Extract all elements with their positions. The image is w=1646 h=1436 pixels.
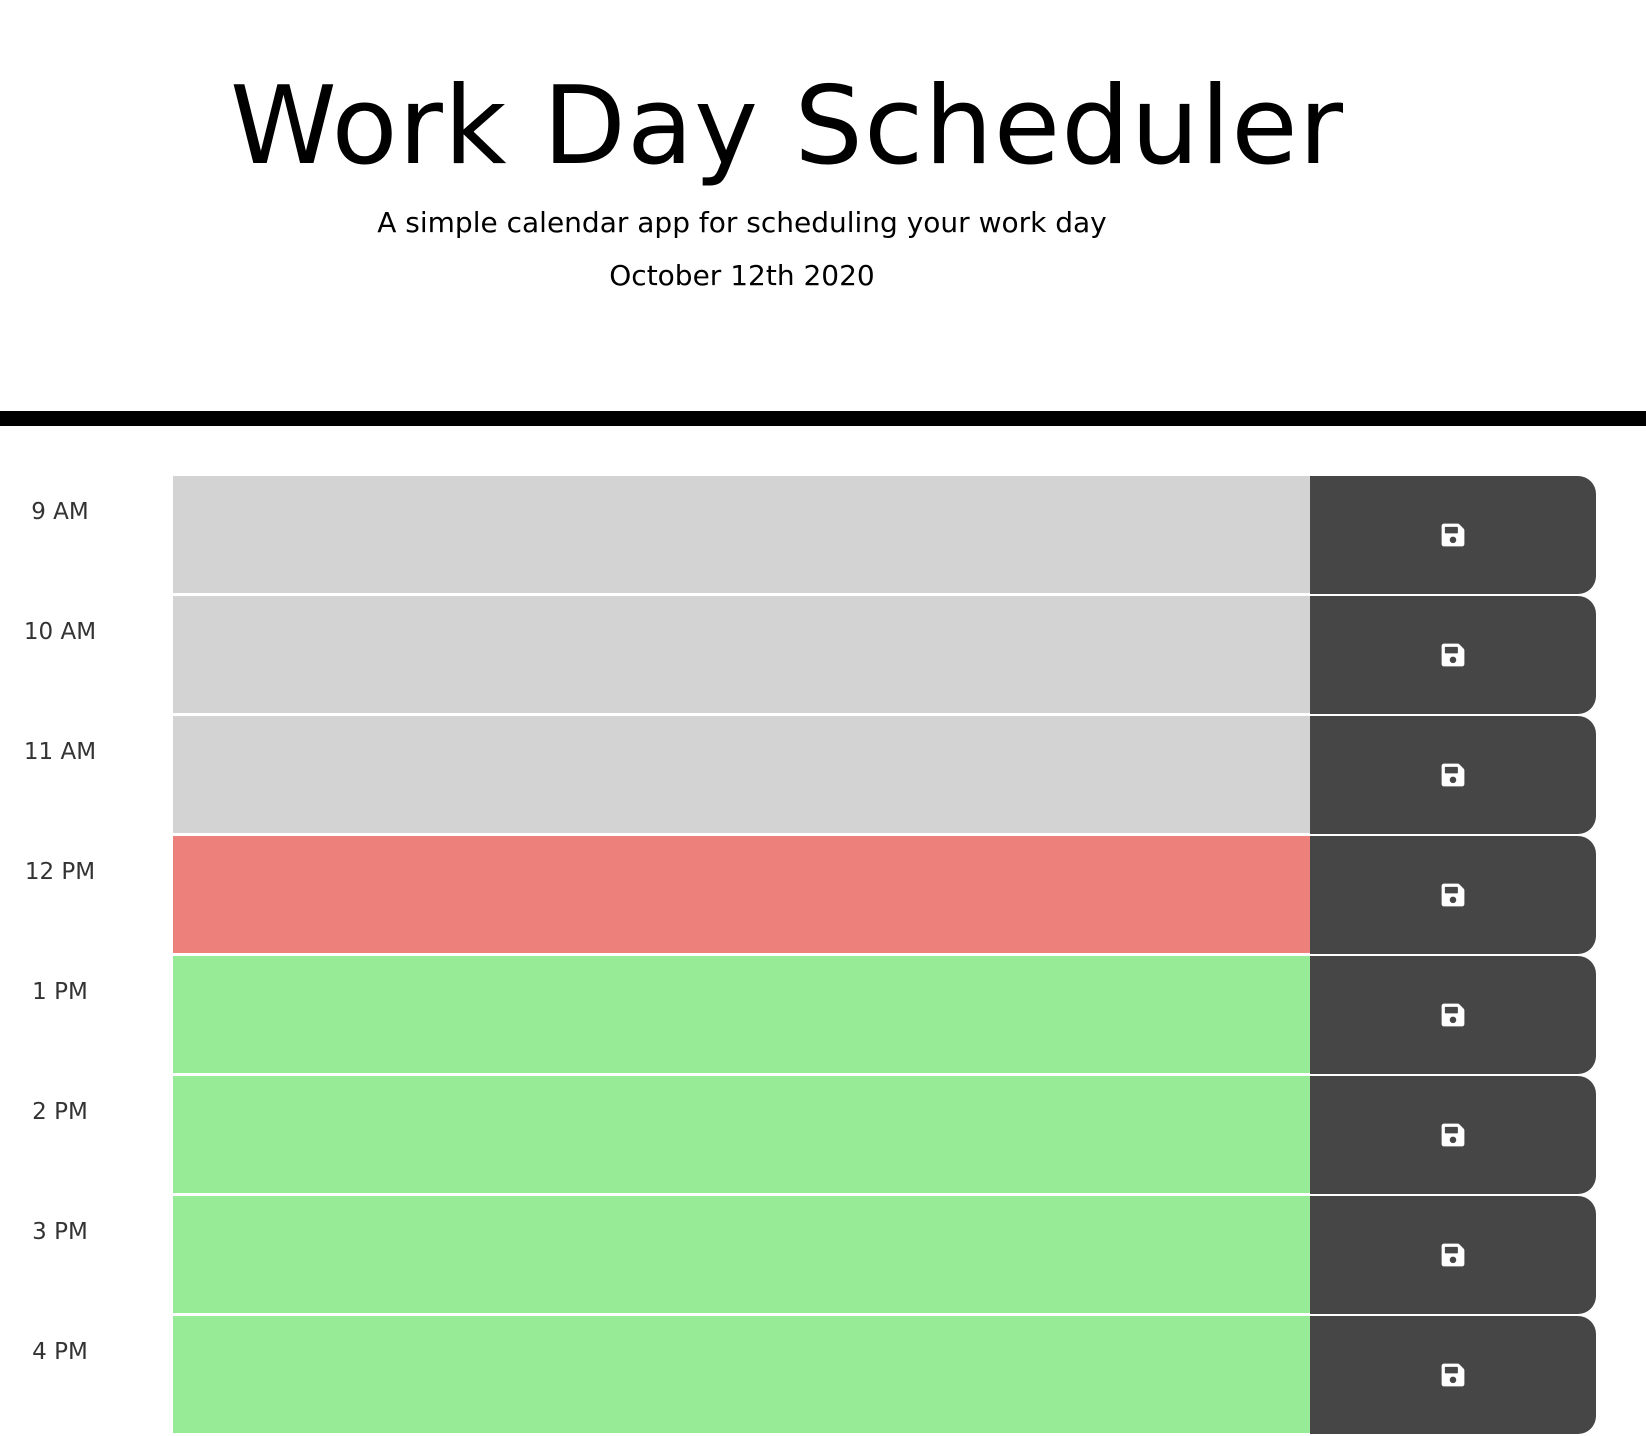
time-block-7: 4 PM xyxy=(0,1316,1646,1436)
save-button[interactable] xyxy=(1310,596,1596,714)
header-divider xyxy=(0,411,1646,426)
time-block-4: 1 PM xyxy=(0,956,1646,1076)
header: Work Day Scheduler A simple calendar app… xyxy=(0,0,1646,411)
event-description-input[interactable] xyxy=(173,596,1310,713)
time-block-3: 12 PM xyxy=(0,836,1646,956)
hour-label: 3 PM xyxy=(32,1219,88,1245)
save-button[interactable] xyxy=(1310,836,1596,954)
time-block-5: 2 PM xyxy=(0,1076,1646,1196)
save-icon xyxy=(1441,643,1465,667)
save-button[interactable] xyxy=(1310,1316,1596,1434)
save-icon xyxy=(1441,883,1465,907)
hour-label: 1 PM xyxy=(32,979,88,1005)
event-description-input[interactable] xyxy=(173,1076,1310,1193)
hour-label: 11 AM xyxy=(23,739,97,765)
hour-label: 9 AM xyxy=(31,499,89,525)
schedule-container: 9 AM 10 AM 11 AM 12 PM 1 PM 2 PM 3 PM 4 … xyxy=(0,476,1646,1436)
save-button[interactable] xyxy=(1310,956,1596,1074)
event-description-input[interactable] xyxy=(173,1316,1310,1433)
save-icon xyxy=(1441,1003,1465,1027)
page-subtitle: A simple calendar app for scheduling you… xyxy=(377,206,1107,239)
hour-label: 4 PM xyxy=(32,1339,88,1365)
event-description-input[interactable] xyxy=(173,1196,1310,1313)
time-block-2: 11 AM xyxy=(0,716,1646,836)
save-icon xyxy=(1441,523,1465,547)
event-description-input[interactable] xyxy=(173,476,1310,593)
time-block-0: 9 AM xyxy=(0,476,1646,596)
save-icon xyxy=(1441,1363,1465,1387)
current-day: October 12th 2020 xyxy=(609,259,875,292)
save-icon xyxy=(1441,763,1465,787)
save-button[interactable] xyxy=(1310,1076,1596,1194)
event-description-input[interactable] xyxy=(173,836,1310,953)
time-block-1: 10 AM xyxy=(0,596,1646,716)
save-button[interactable] xyxy=(1310,1196,1596,1314)
time-block-6: 3 PM xyxy=(0,1196,1646,1316)
save-icon xyxy=(1441,1243,1465,1267)
save-button[interactable] xyxy=(1310,476,1596,594)
page-title: Work Day Scheduler xyxy=(230,64,1345,189)
event-description-input[interactable] xyxy=(173,716,1310,833)
hour-label: 2 PM xyxy=(32,1099,88,1125)
save-icon xyxy=(1441,1123,1465,1147)
event-description-input[interactable] xyxy=(173,956,1310,1073)
page: Work Day Scheduler A simple calendar app… xyxy=(0,0,1646,1436)
hour-label: 12 PM xyxy=(24,859,96,885)
save-button[interactable] xyxy=(1310,716,1596,834)
hour-label: 10 AM xyxy=(23,619,97,645)
